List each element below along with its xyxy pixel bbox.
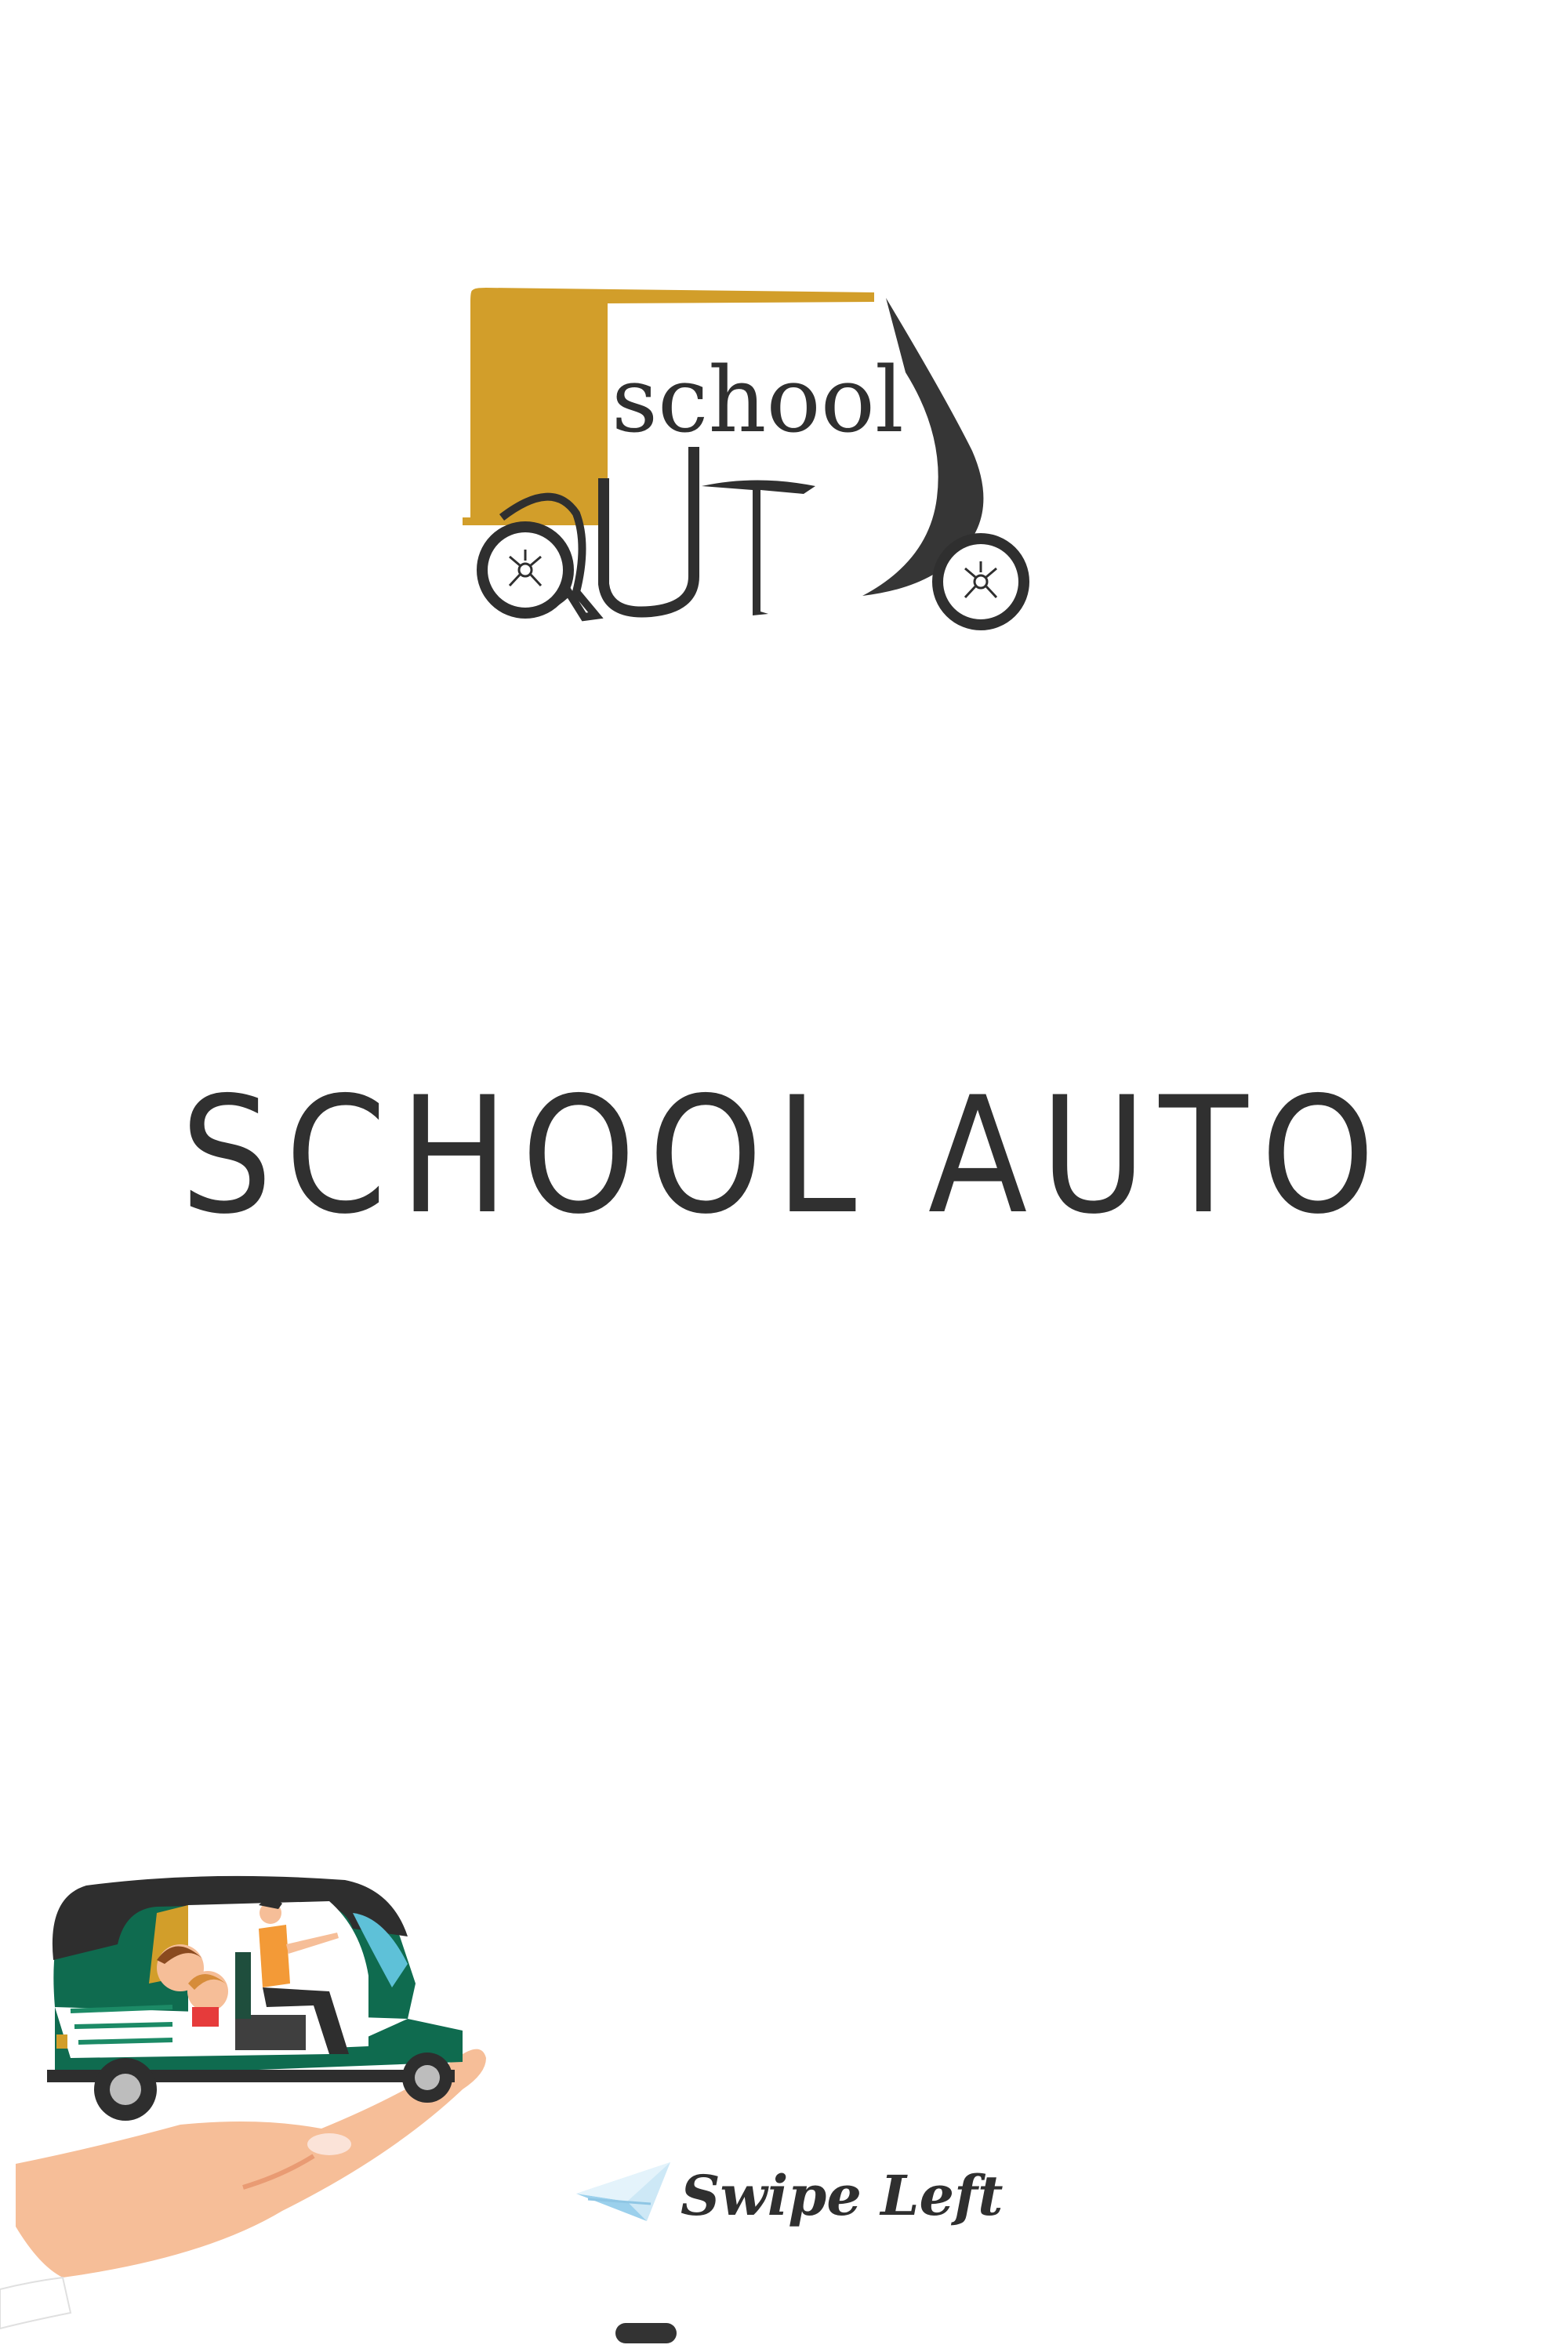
brand-title-text: SCHOOL AUTO	[180, 1070, 1388, 1239]
svg-text:school: school	[612, 348, 904, 453]
app-logo: school	[459, 278, 1043, 647]
swipe-left-hint[interactable]: Swipe Left	[572, 2152, 1003, 2238]
home-indicator[interactable]	[615, 2323, 677, 2343]
paper-plane-icon	[572, 2158, 674, 2232]
auto-rickshaw-logo-icon: school	[463, 288, 1029, 630]
hand-holding-auto-rickshaw-illustration	[0, 1819, 510, 2344]
brand-title: SCHOOL AUTO	[172, 1063, 1396, 1250]
splash-screen: school SCHOOL AUTO Swipe Left	[0, 0, 1568, 2352]
swipe-left-label: Swipe Left	[681, 2162, 1004, 2228]
